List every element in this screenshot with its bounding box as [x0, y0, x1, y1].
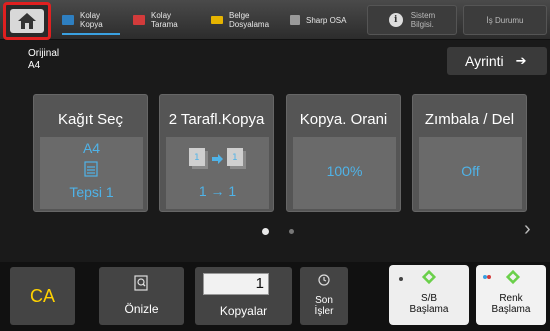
home-button-highlight[interactable]	[3, 2, 51, 40]
duplex-mode-value: 1 → 1	[198, 183, 237, 199]
last-jobs-label: Son İşler	[314, 295, 334, 317]
bw-start-button[interactable]: S/B Başlama	[389, 265, 469, 325]
svg-text:1: 1	[232, 153, 238, 163]
bw-start-label: S/B Başlama	[409, 293, 449, 315]
paper-select-card[interactable]: Kağıt Seç A4 Tepsi 1	[33, 94, 148, 212]
clear-all-label: CA	[29, 285, 55, 306]
page-dot	[289, 229, 294, 234]
copy-ratio-panel: 100%	[293, 137, 396, 209]
history-icon	[318, 274, 330, 286]
copies-label: Kopyalar	[219, 304, 268, 318]
job-status-label: İş Durumu	[486, 15, 524, 25]
duplex-copy-title: 2 Tarafl.Kopya	[168, 111, 265, 128]
start-diamond-icon	[399, 269, 437, 285]
svg-text:1: 1	[194, 153, 200, 163]
paper-select-panel: A4 Tepsi 1	[40, 137, 143, 209]
duplex-copy-panel: 1 1 1 → 1	[166, 137, 269, 209]
home-button[interactable]	[10, 9, 44, 33]
staple-punch-title: Zımbala / Del	[424, 111, 515, 128]
staple-punch-card[interactable]: Zımbala / Del Off	[412, 94, 527, 212]
original-info: Orijinal A4	[28, 48, 59, 72]
staple-punch-panel: Off	[419, 137, 522, 209]
color-start-button[interactable]: Renk Başlama	[476, 265, 546, 325]
tab-sharp-osa[interactable]: Sharp OSA	[290, 6, 346, 34]
preview-label: Önizle	[124, 302, 159, 316]
copies-count-field[interactable]: 1	[203, 273, 269, 295]
copy-ratio-title: Kopya. Orani	[299, 111, 388, 128]
duplex-copy-card[interactable]: 2 Tarafl.Kopya 1 1 1 → 1	[159, 94, 274, 212]
tab-sharp-osa-label: Sharp OSA	[306, 15, 347, 25]
page-dot-active	[262, 228, 269, 235]
paper-tray-icon	[84, 161, 98, 177]
tab-easy-scan-label: Kolay Tarama	[151, 11, 178, 29]
tab-easy-copy[interactable]: Kolay Kopya	[62, 6, 103, 34]
info-icon: i	[388, 13, 403, 27]
copy-ratio-value: 100%	[326, 163, 363, 179]
staple-punch-value: Off	[461, 163, 480, 179]
arrow-right-icon: ➔	[515, 53, 527, 68]
tab-document-filing[interactable]: Belge Dosyalama	[211, 6, 269, 34]
tab-easy-scan[interactable]: Kolay Tarama	[133, 6, 178, 34]
tab-document-filing-label: Belge Dosyalama	[229, 11, 270, 29]
color-start-label: Renk Başlama	[491, 293, 531, 315]
job-status-button[interactable]: İş Durumu	[463, 5, 547, 35]
system-info-label: Sistem Bilgisi.	[410, 11, 436, 29]
paper-tray-value: Tepsi 1	[69, 184, 114, 200]
paper-size-value: A4	[82, 140, 101, 156]
last-jobs-button[interactable]: Son İşler	[300, 267, 348, 325]
original-label: Orijinal	[28, 48, 60, 59]
original-value: A4	[28, 60, 41, 71]
folder-icon	[211, 16, 223, 24]
scan-icon	[133, 15, 145, 25]
preview-icon	[134, 275, 148, 291]
detail-button-label: Ayrinti	[465, 53, 504, 69]
color-start-diamond-icon	[483, 269, 521, 285]
copy-icon	[62, 15, 74, 25]
osa-icon	[290, 15, 300, 25]
home-icon	[18, 13, 36, 29]
paper-select-title: Kağıt Seç	[57, 111, 124, 128]
system-info-button[interactable]: i Sistem Bilgisi.	[367, 5, 457, 35]
preview-button[interactable]: Önizle	[99, 267, 184, 325]
clear-all-button[interactable]: CA	[10, 267, 75, 325]
copy-ratio-card[interactable]: Kopya. Orani 100%	[286, 94, 401, 212]
tab-easy-copy-label: Kolay Kopya	[80, 11, 103, 29]
duplex-pages-icon: 1 1	[189, 148, 246, 169]
copies-button[interactable]: 1 Kopyalar	[195, 267, 292, 325]
detail-button[interactable]: Ayrinti ➔	[447, 47, 547, 75]
chevron-right-icon[interactable]: ›	[524, 218, 531, 241]
active-tab-indicator	[62, 33, 120, 35]
